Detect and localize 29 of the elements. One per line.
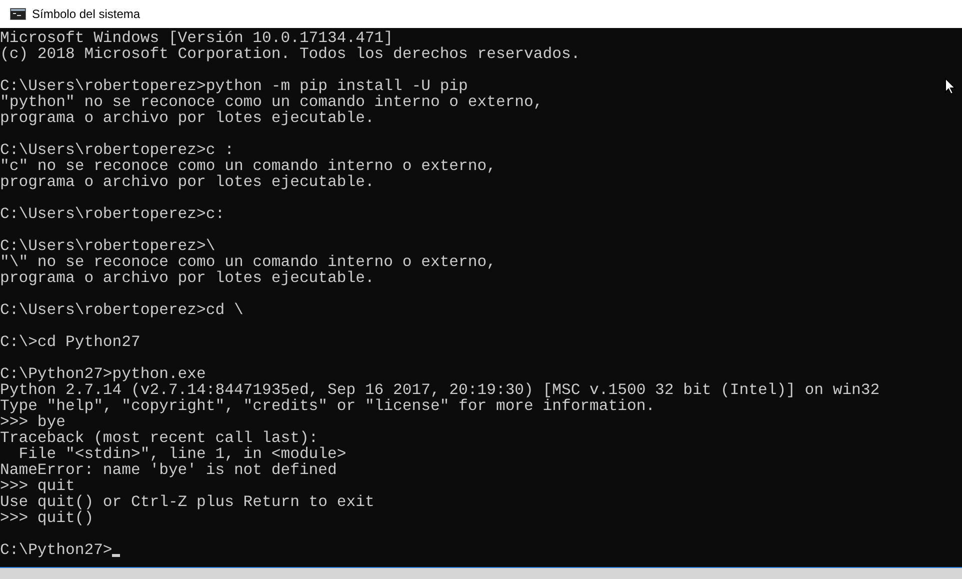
console-line: Microsoft Windows [Versión 10.0.17134.471] xyxy=(0,30,394,46)
console-line: C:\Python27>python.exe xyxy=(0,366,206,382)
console-line: C:\Users\robertoperez>cd \ xyxy=(0,302,244,318)
console-line: "python" no se reconoce como un comando interno o externo, xyxy=(0,94,543,110)
console-line: >>> quit() xyxy=(0,510,94,526)
console-line: >>> bye xyxy=(0,414,66,430)
mouse-pointer-icon xyxy=(945,78,956,95)
console-line: (c) 2018 Microsoft Corporation. Todos los derechos reservados. xyxy=(0,46,580,62)
terminal-icon xyxy=(10,8,26,20)
text-cursor xyxy=(112,554,120,557)
console-line: C:\Users\robertoperez>c: xyxy=(0,206,225,222)
console-line: Traceback (most recent call last): xyxy=(0,430,318,446)
console-line: Type "help", "copyright", "credits" or "license" for more information. xyxy=(0,398,656,414)
console-line: Use quit() or Ctrl-Z plus Return to exit xyxy=(0,494,374,510)
window-title: Símbolo del sistema xyxy=(32,6,140,23)
console-line: C:\Users\robertoperez>\ xyxy=(0,238,216,254)
console-line: C:\Users\robertoperez>python -m pip install -U pip xyxy=(0,78,468,94)
console-line: C:\Users\robertoperez>c : xyxy=(0,142,234,158)
console-line: "\" no se reconoce como un comando interno o externo, xyxy=(0,254,496,270)
console-line: programa o archivo por lotes ejecutable. xyxy=(0,270,374,286)
console-line: File "<stdin>", line 1, in <module> xyxy=(18,446,346,462)
console-line: "c" no se reconoce como un comando interno o externo, xyxy=(0,158,496,174)
console-line: C:\>cd Python27 xyxy=(0,334,140,350)
console-line: NameError: name 'bye' is not defined xyxy=(0,462,337,478)
console-line: programa o archivo por lotes ejecutable. xyxy=(0,110,374,126)
console-line: programa o archivo por lotes ejecutable. xyxy=(0,174,374,190)
console-line: Python 2.7.14 (v2.7.14:84471935ed, Sep 16 2017, 20:19:30) [MSC v.1500 32 bit (Intel)] on win32 xyxy=(0,382,880,398)
console-line: >>> quit xyxy=(0,478,75,494)
console-line: C:\Python27> xyxy=(0,542,112,558)
